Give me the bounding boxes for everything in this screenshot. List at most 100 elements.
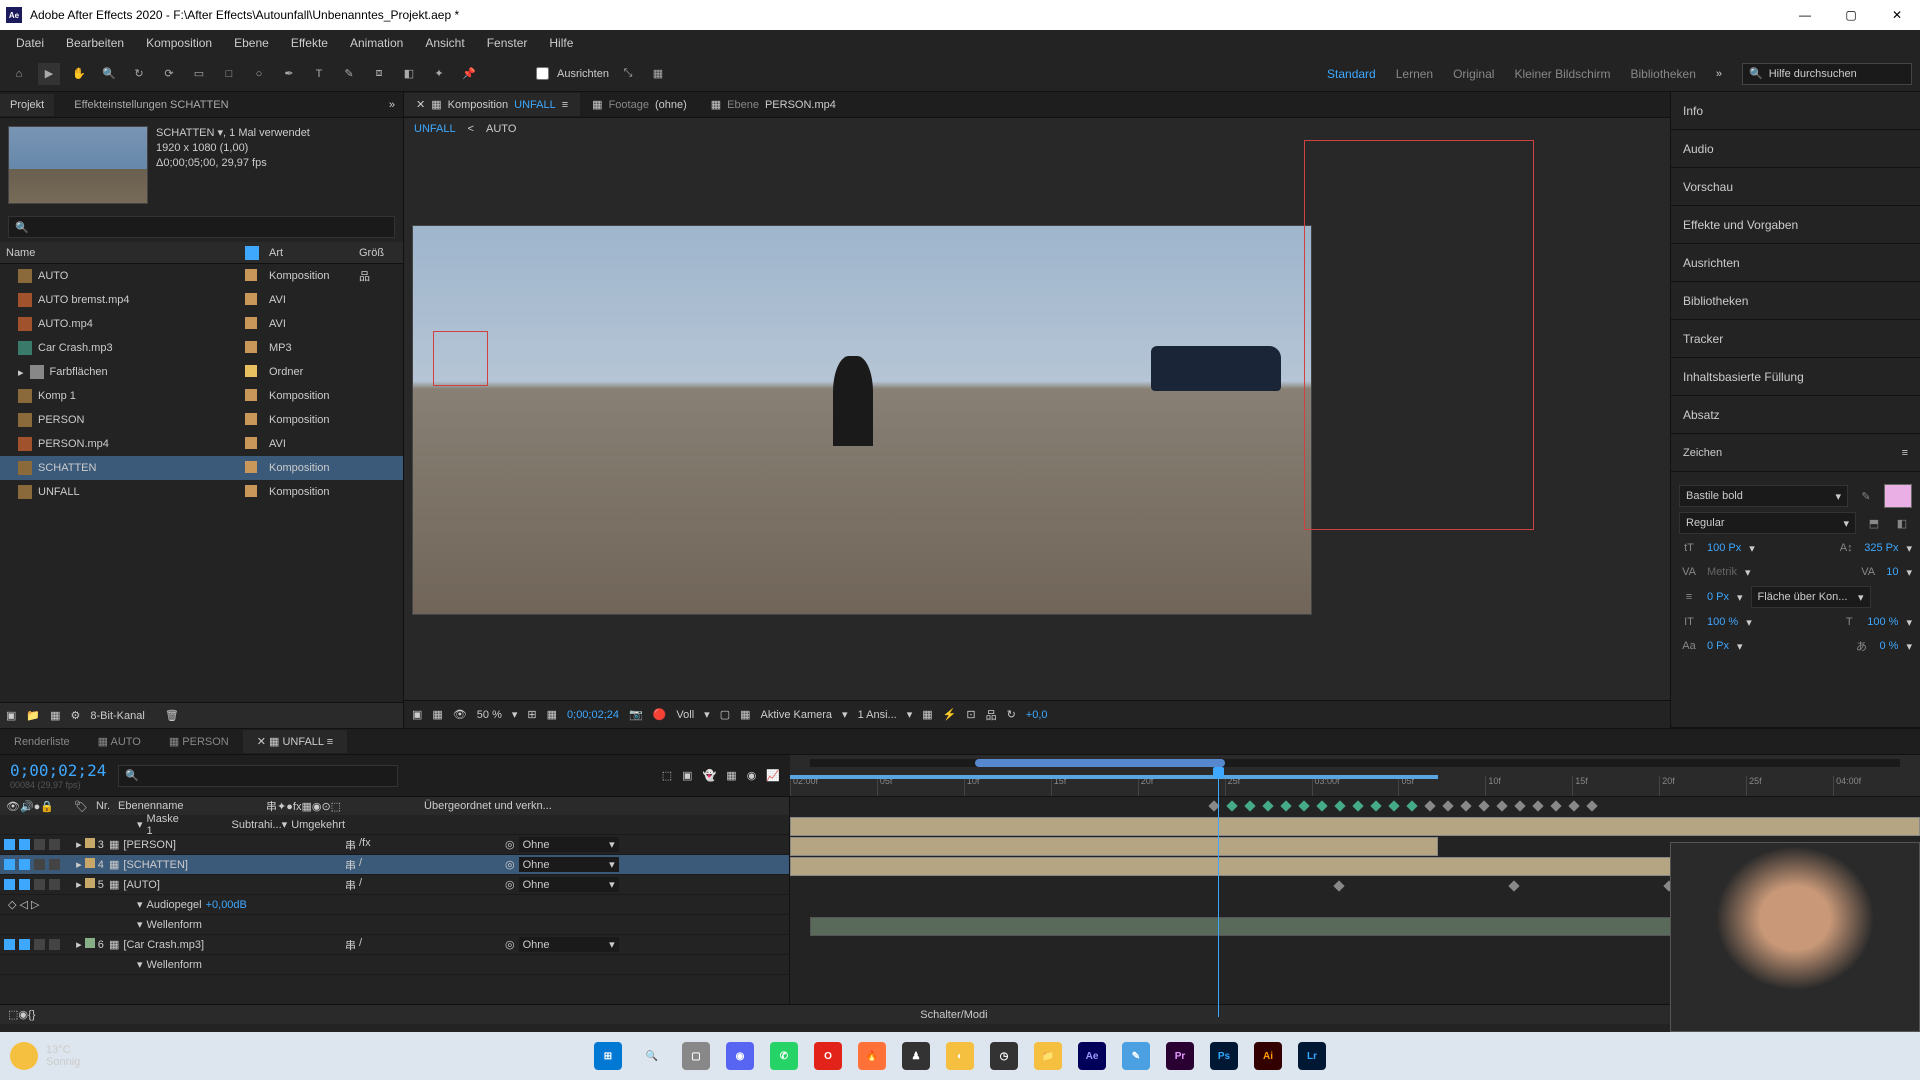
workspace-kleiner bildschirm[interactable]: Kleiner Bildschirm	[1514, 67, 1610, 81]
maximize-button[interactable]: ▢	[1828, 0, 1874, 30]
toggle-switches-icon[interactable]: ⬚	[8, 1008, 18, 1021]
text-tool[interactable]: T	[308, 63, 330, 85]
reset-exp-icon[interactable]: ↻	[1007, 708, 1016, 721]
rotate-tool[interactable]: ⟳	[158, 63, 180, 85]
grid-icon[interactable]: ▦	[647, 63, 669, 85]
timeline-icon[interactable]: ⊡	[966, 708, 975, 721]
menu-ansicht[interactable]: Ansicht	[415, 32, 474, 54]
trash-icon[interactable]: 🗑	[165, 709, 179, 722]
panel-audio[interactable]: Audio	[1671, 130, 1920, 168]
timeline-tab[interactable]: ✕ ▦ UNFALL ≡	[243, 730, 347, 753]
taskbar-app[interactable]: 🔍	[632, 1036, 672, 1076]
panel-bibliotheken[interactable]: Bibliotheken	[1671, 282, 1920, 320]
stroke-color-swatch[interactable]: ◧	[1892, 513, 1912, 533]
zoom-tool[interactable]: 🔍	[98, 63, 120, 85]
menu-hilfe[interactable]: Hilfe	[539, 32, 583, 54]
layer-bar-schatten[interactable]	[790, 837, 1438, 856]
project-item[interactable]: SCHATTENKomposition	[0, 456, 403, 480]
project-item[interactable]: PERSONKomposition	[0, 408, 403, 432]
eraser-tool[interactable]: ◧	[398, 63, 420, 85]
current-timecode[interactable]: 0;00;02;24	[10, 761, 106, 780]
selection-tool[interactable]: ▶	[38, 63, 60, 85]
brush-tool[interactable]: ✎	[338, 63, 360, 85]
taskbar-app[interactable]: Pr	[1160, 1036, 1200, 1076]
eyedropper-icon[interactable]: ✎	[1856, 486, 1876, 506]
taskbar-app[interactable]: 📁	[1028, 1036, 1068, 1076]
menu-bearbeiten[interactable]: Bearbeiten	[56, 32, 134, 54]
viewer-tab[interactable]: ✕ ▦ Komposition UNFALL ≡	[404, 93, 580, 116]
project-item[interactable]: ▸ FarbflächenOrdner	[0, 360, 403, 384]
taskbar-app[interactable]: Ps	[1204, 1036, 1244, 1076]
frame-blend-icon[interactable]: ▦	[726, 769, 736, 782]
toggle-transp-icon[interactable]: ▦	[740, 708, 750, 721]
taskbar-app[interactable]: ◐	[940, 1036, 980, 1076]
ellipse-tool[interactable]: ○	[248, 63, 270, 85]
fast-preview-icon[interactable]: ⚡	[943, 708, 957, 721]
draft3d-icon[interactable]: ▣	[682, 769, 692, 782]
playhead[interactable]	[1218, 767, 1219, 1017]
timeline-layer[interactable]: ▸ 3▦ [PERSON]串/fx◎Ohne▾	[0, 835, 789, 855]
font-family-select[interactable]: Bastile bold▾	[1679, 485, 1848, 507]
time-ruler[interactable]: 02:00f05f10f15f20f25f03:00f05f10f15f20f2…	[790, 755, 1920, 796]
pen-tool[interactable]: ✒	[278, 63, 300, 85]
camera-tool[interactable]: ▭	[188, 63, 210, 85]
viewer-tab[interactable]: ▦ Footage (ohne)	[580, 93, 699, 116]
always-preview-icon[interactable]: ▣	[412, 708, 422, 721]
panel-vorschau[interactable]: Vorschau	[1671, 168, 1920, 206]
workspace-overflow-icon[interactable]: »	[1716, 68, 1722, 80]
timeline-layer[interactable]: ▾ Wellenform	[0, 955, 789, 975]
menu-animation[interactable]: Animation	[340, 32, 413, 54]
weather-widget[interactable]: 13°C Sonnig	[10, 1042, 80, 1070]
mask-icon[interactable]: 👁	[453, 708, 467, 721]
close-button[interactable]: ✕	[1874, 0, 1920, 30]
braces-icon[interactable]: {}	[28, 1009, 35, 1021]
taskbar-app[interactable]: ▢	[676, 1036, 716, 1076]
toggle-modes-icon[interactable]: ◉	[18, 1008, 28, 1021]
project-tab[interactable]: Projekt	[0, 94, 54, 116]
rect-tool[interactable]: □	[218, 63, 240, 85]
snap-icon[interactable]: ⤡	[617, 63, 639, 85]
workspace-standard[interactable]: Standard	[1327, 67, 1376, 81]
flowchart-icon[interactable]: 品	[986, 707, 997, 723]
panel-inhaltsbasierte-füllung[interactable]: Inhaltsbasierte Füllung	[1671, 358, 1920, 396]
adjust-icon[interactable]: ⚙	[71, 709, 81, 722]
menu-effekte[interactable]: Effekte	[281, 32, 338, 54]
fill-color-swatch[interactable]	[1884, 484, 1912, 508]
stamp-tool[interactable]: ⧈	[368, 63, 390, 85]
mask-outline[interactable]	[433, 331, 488, 386]
effect-controls-tab[interactable]: Effekteinstellungen SCHATTEN	[64, 94, 238, 116]
project-item[interactable]: AUTO bremst.mp4AVI	[0, 288, 403, 312]
font-style-select[interactable]: Regular▾	[1679, 512, 1856, 534]
timeline-layer[interactable]: ▸ 6▦ [Car Crash.mp3]串/◎Ohne▾	[0, 935, 789, 955]
timeline-layer[interactable]: ▸ 4▦ [SCHATTEN]串/◎Ohne▾	[0, 855, 789, 875]
taskbar-app[interactable]: 🔥	[852, 1036, 892, 1076]
orbit-tool[interactable]: ↻	[128, 63, 150, 85]
panel-absatz[interactable]: Absatz	[1671, 396, 1920, 434]
panel-tracker[interactable]: Tracker	[1671, 320, 1920, 358]
comp-mini-flowchart-icon[interactable]: ⬚	[662, 769, 672, 782]
menu-fenster[interactable]: Fenster	[477, 32, 538, 54]
taskbar-app[interactable]: ✆	[764, 1036, 804, 1076]
taskbar-app[interactable]: ⊞	[588, 1036, 628, 1076]
taskbar-app[interactable]: Ai	[1248, 1036, 1288, 1076]
timeline-search[interactable]: 🔍	[118, 765, 398, 787]
timeline-tab[interactable]: ▦ PERSON	[155, 730, 243, 753]
taskbar-app[interactable]: ◉	[720, 1036, 760, 1076]
menu-komposition[interactable]: Komposition	[136, 32, 222, 54]
stroke-swap-icon[interactable]: ⬒	[1864, 513, 1884, 533]
taskbar-app[interactable]: ✎	[1116, 1036, 1156, 1076]
panel-menu-icon[interactable]: »	[381, 99, 403, 111]
channels-icon[interactable]: 🔴	[653, 708, 667, 721]
shy-icon[interactable]: 👻	[703, 769, 717, 782]
project-item[interactable]: UNFALLKomposition	[0, 480, 403, 504]
snapshot-icon[interactable]: 📷	[629, 708, 643, 721]
align-checkbox[interactable]	[536, 67, 549, 80]
grid-toggle-icon[interactable]: ⊞	[527, 708, 536, 721]
panel-ausrichten[interactable]: Ausrichten	[1671, 244, 1920, 282]
project-search[interactable]: 🔍	[8, 216, 395, 238]
taskbar-app[interactable]: ◷	[984, 1036, 1024, 1076]
timeline-tab[interactable]: ▦ AUTO	[84, 730, 155, 753]
folder-icon[interactable]: 📁	[26, 709, 40, 722]
guides-icon[interactable]: ▦	[547, 708, 557, 721]
project-item[interactable]: Car Crash.mp3MP3	[0, 336, 403, 360]
